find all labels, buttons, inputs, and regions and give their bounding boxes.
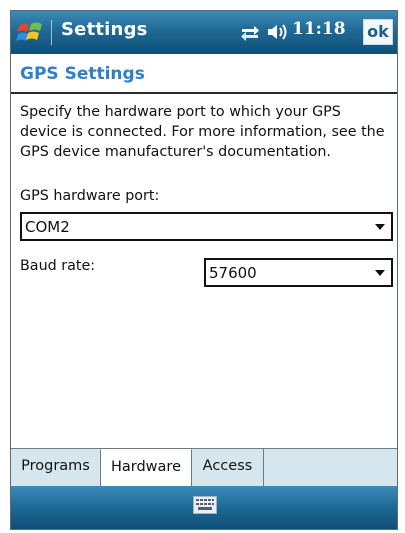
windows-start-icon[interactable] [16,18,46,48]
gps-port-select[interactable]: COM2 [20,212,393,241]
tab-access[interactable]: Access [192,449,264,486]
chevron-down-icon [375,224,385,230]
title-separator [51,20,52,45]
title-bar: Settings 11:18 ok [11,11,397,54]
tab-bar: Programs Hardware Access [11,448,397,486]
tab-hardware[interactable]: Hardware [100,449,192,486]
clock: 11:18 [292,19,346,39]
volume-icon[interactable] [266,21,288,43]
tab-programs[interactable]: Programs [11,449,101,486]
keyboard-icon[interactable] [193,496,217,514]
page-title: GPS Settings [20,64,145,84]
device-screen: Settings 11:18 ok GPS Settings Specify t… [10,10,398,530]
ok-button[interactable]: ok [363,19,393,45]
baud-rate-select[interactable]: 57600 [204,258,393,287]
gps-port-label: GPS hardware port: [20,188,160,204]
gps-port-value: COM2 [25,218,70,236]
description-text: Specify the hardware port to which your … [20,104,385,160]
chevron-down-icon [375,270,385,276]
connectivity-icon[interactable] [239,21,261,43]
tab-bar-filler [264,449,397,486]
app-title: Settings [61,19,148,40]
bottom-bar [11,486,397,529]
page-header: GPS Settings [11,54,397,94]
baud-rate-label: Baud rate: [20,258,96,274]
baud-rate-value: 57600 [209,264,257,282]
